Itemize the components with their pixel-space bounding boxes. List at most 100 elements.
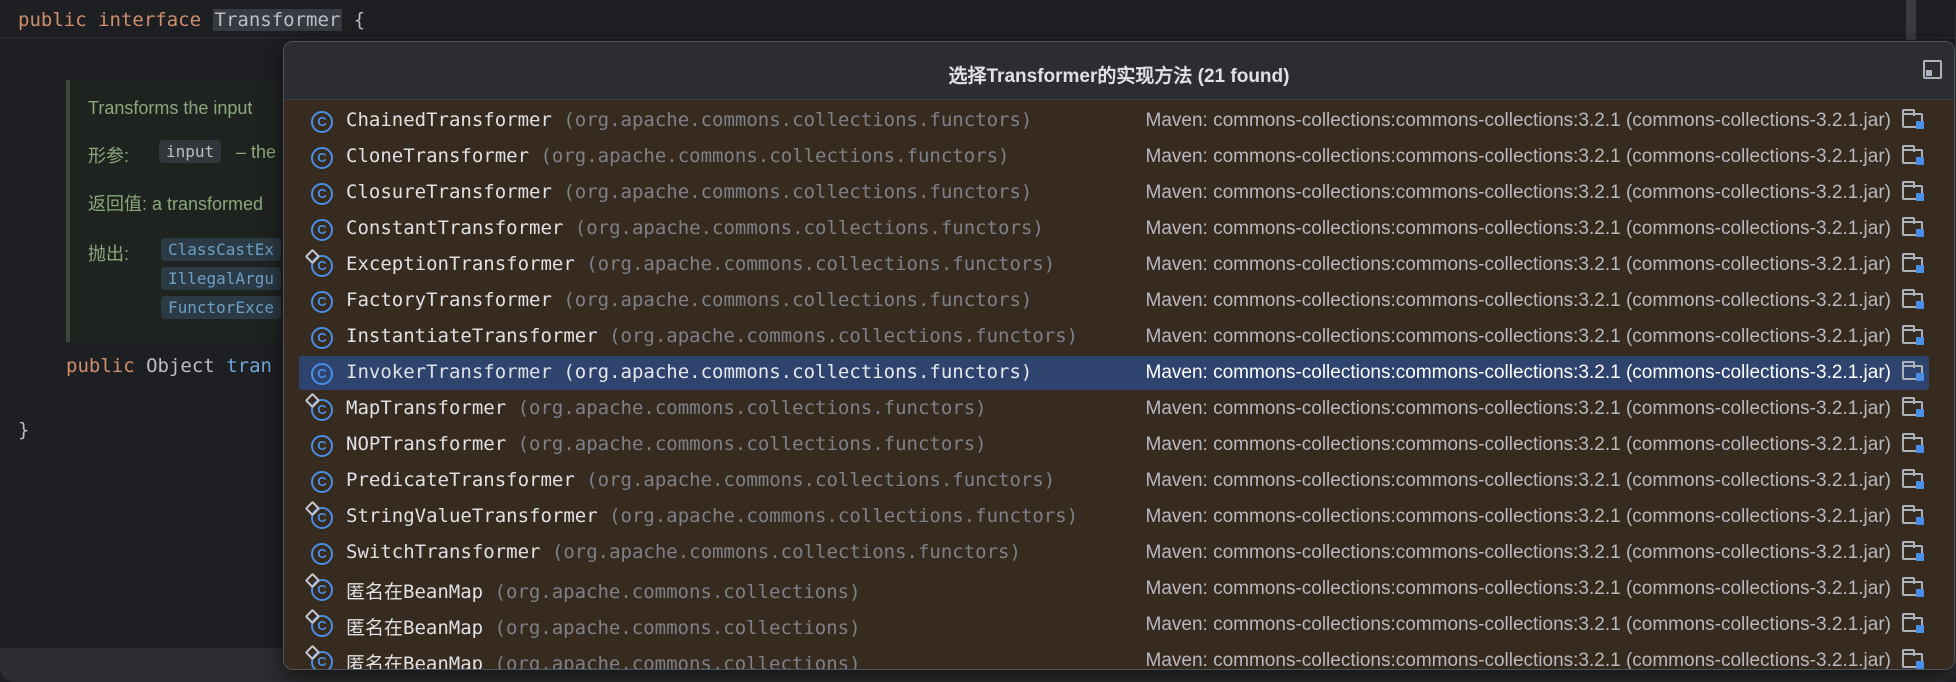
class-icon: C bbox=[311, 219, 333, 241]
doc-throws-item[interactable]: FunctorExce bbox=[161, 296, 281, 319]
library-folder-icon bbox=[1902, 145, 1924, 165]
implementation-item[interactable]: C StringValueTransformer (org.apache.comm… bbox=[299, 500, 1929, 534]
package-name: (org.apache.commons.collections.functors… bbox=[563, 217, 1044, 239]
pin-icon[interactable] bbox=[1923, 60, 1942, 79]
item-label: MapTransformer (org.apache.commons.colle… bbox=[346, 397, 987, 419]
class-name: 匿名在BeanMap bbox=[346, 653, 484, 670]
code-line-interface: public interface Transformer { bbox=[18, 9, 365, 31]
class-name: ExceptionTransformer bbox=[346, 253, 575, 275]
library-source: Maven: commons-collections:commons-colle… bbox=[1145, 434, 1892, 455]
package-name: (org.apache.commons.collections.functors… bbox=[506, 433, 987, 455]
class-icon: C bbox=[311, 471, 333, 493]
ide-window: public interface Transformer { Transform… bbox=[0, 0, 1956, 682]
class-name: SwitchTransformer bbox=[346, 541, 541, 563]
keyword-interface: interface bbox=[98, 9, 202, 31]
close-brace: } bbox=[18, 419, 30, 441]
item-label: CloneTransformer (org.apache.commons.col… bbox=[346, 145, 1009, 167]
package-name: (org.apache.commons.collections.functors… bbox=[551, 361, 1033, 383]
library-folder-icon bbox=[1902, 469, 1924, 489]
library-folder-icon bbox=[1902, 325, 1924, 345]
implementation-item[interactable]: C NOPTransformer (org.apache.commons.coll… bbox=[299, 428, 1929, 462]
library-folder-icon bbox=[1902, 541, 1924, 561]
implementation-item[interactable]: C InstantiateTransformer (org.apache.comm… bbox=[299, 320, 1929, 354]
package-name: (org.apache.commons.collections) bbox=[483, 617, 861, 639]
implementation-item[interactable]: C ExceptionTransformer (org.apache.common… bbox=[299, 248, 1929, 282]
library-folder-icon bbox=[1902, 397, 1924, 417]
doc-throws-item[interactable]: ClassCastEx bbox=[161, 238, 281, 261]
package-name: (org.apache.commons.collections.functors… bbox=[506, 397, 987, 419]
library-folder-icon bbox=[1902, 109, 1924, 129]
implementation-item[interactable]: C ClosureTransformer (org.apache.commons.… bbox=[299, 176, 1929, 210]
package-name: (org.apache.commons.collections.functors… bbox=[574, 469, 1056, 491]
class-icon: C bbox=[311, 327, 333, 349]
implementation-item[interactable]: C SwitchTransformer (org.apache.commons.c… bbox=[299, 536, 1929, 570]
doc-throws-label: 抛出: bbox=[88, 244, 130, 264]
library-source: Maven: commons-collections:commons-colle… bbox=[1145, 362, 1892, 383]
package-name: (org.apache.commons.collections.functors… bbox=[597, 325, 1079, 347]
library-folder-icon bbox=[1902, 577, 1924, 597]
class-icon: C bbox=[311, 615, 333, 637]
keyword-public: public bbox=[66, 355, 135, 377]
package-name: (org.apache.commons.collections.functors… bbox=[597, 505, 1079, 527]
class-name: StringValueTransformer bbox=[346, 505, 598, 527]
library-source: Maven: commons-collections:commons-colle… bbox=[1145, 146, 1892, 167]
interface-name[interactable]: Transformer bbox=[212, 9, 343, 31]
class-name: MapTransformer bbox=[346, 397, 507, 419]
item-label: NOPTransformer (org.apache.commons.colle… bbox=[346, 433, 987, 455]
editor-scrollbar[interactable] bbox=[1906, 0, 1916, 40]
javadoc-panel: Transforms the input 形参: input – the 返回值… bbox=[66, 80, 300, 342]
item-label: 匿名在BeanMap (org.apache.commons.collectio… bbox=[346, 649, 861, 670]
item-label: ConstantTransformer (org.apache.commons.… bbox=[346, 217, 1044, 239]
class-icon: C bbox=[311, 255, 333, 277]
code-line-method: public Object tran bbox=[66, 355, 272, 377]
doc-returns: 返回值: a transformed bbox=[88, 194, 264, 214]
doc-param-desc: – the bbox=[236, 142, 277, 162]
doc-param-name: input bbox=[159, 140, 222, 163]
method-name[interactable]: tran bbox=[226, 355, 272, 377]
library-folder-icon bbox=[1902, 253, 1924, 273]
class-name: 匿名在BeanMap bbox=[346, 581, 484, 603]
package-name: (org.apache.commons.collections.functors… bbox=[574, 253, 1056, 275]
library-source: Maven: commons-collections:commons-colle… bbox=[1145, 326, 1892, 347]
class-icon: C bbox=[311, 111, 333, 133]
library-source: Maven: commons-collections:commons-colle… bbox=[1145, 290, 1892, 311]
class-icon: C bbox=[311, 399, 333, 421]
implementation-item[interactable]: C InvokerTransformer (org.apache.commons.… bbox=[299, 356, 1929, 390]
implementation-item[interactable]: C CloneTransformer (org.apache.commons.co… bbox=[299, 140, 1929, 174]
implementation-item[interactable]: C PredicateTransformer (org.apache.common… bbox=[299, 464, 1929, 498]
class-icon: C bbox=[311, 147, 333, 169]
library-source: Maven: commons-collections:commons-colle… bbox=[1145, 254, 1892, 275]
class-name: FactoryTransformer bbox=[346, 289, 552, 311]
implementation-item[interactable]: C 匿名在BeanMap (org.apache.commons.collecti… bbox=[299, 572, 1929, 606]
library-folder-icon bbox=[1902, 649, 1924, 669]
implementation-item[interactable]: C ConstantTransformer (org.apache.commons… bbox=[299, 212, 1929, 246]
item-label: 匿名在BeanMap (org.apache.commons.collectio… bbox=[346, 577, 861, 604]
implementation-item[interactable]: C 匿名在BeanMap (org.apache.commons.collecti… bbox=[299, 608, 1929, 642]
item-label: ClosureTransformer (org.apache.commons.c… bbox=[346, 181, 1032, 203]
item-label: SwitchTransformer (org.apache.commons.co… bbox=[346, 541, 1021, 563]
library-source: Maven: commons-collections:commons-colle… bbox=[1145, 650, 1892, 670]
class-icon: C bbox=[311, 291, 333, 313]
library-source: Maven: commons-collections:commons-colle… bbox=[1145, 182, 1892, 203]
package-name: (org.apache.commons.collections) bbox=[483, 653, 861, 670]
class-name: NOPTransformer bbox=[346, 433, 507, 455]
class-icon: C bbox=[311, 183, 333, 205]
class-icon: C bbox=[311, 543, 333, 565]
library-source: Maven: commons-collections:commons-colle… bbox=[1145, 470, 1892, 491]
package-name: (org.apache.commons.collections.functors… bbox=[529, 145, 1010, 167]
class-name: 匿名在BeanMap bbox=[346, 617, 484, 639]
implementation-item[interactable]: C MapTransformer (org.apache.commons.coll… bbox=[299, 392, 1929, 426]
library-source: Maven: commons-collections:commons-colle… bbox=[1145, 614, 1892, 635]
library-source: Maven: commons-collections:commons-colle… bbox=[1145, 542, 1892, 563]
implementation-item[interactable]: C 匿名在BeanMap (org.apache.commons.collecti… bbox=[299, 644, 1929, 670]
implementation-item[interactable]: C ChainedTransformer (org.apache.commons.… bbox=[299, 104, 1929, 138]
package-name: (org.apache.commons.collections.functors… bbox=[551, 181, 1033, 203]
doc-params-label: 形参: bbox=[88, 146, 130, 166]
implementation-item[interactable]: C FactoryTransformer (org.apache.commons.… bbox=[299, 284, 1929, 318]
class-name: CloneTransformer bbox=[346, 145, 530, 167]
library-folder-icon bbox=[1902, 613, 1924, 633]
item-label: FactoryTransformer (org.apache.commons.c… bbox=[346, 289, 1032, 311]
item-label: StringValueTransformer (org.apache.commo… bbox=[346, 505, 1078, 527]
class-name: PredicateTransformer bbox=[346, 469, 575, 491]
doc-throws-item[interactable]: IllegalArgu bbox=[161, 267, 281, 290]
